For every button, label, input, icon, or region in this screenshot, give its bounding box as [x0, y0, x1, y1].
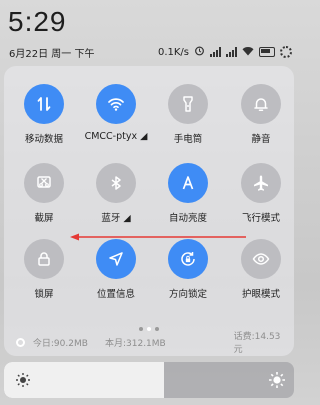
mobile-data-icon[interactable] — [24, 84, 64, 124]
tile-wifi[interactable]: CMCC-ptyx ◢ — [81, 84, 151, 154]
tile-label: 自动亮度 — [168, 213, 207, 224]
brightness-high-icon — [269, 372, 285, 388]
bell-icon[interactable] — [241, 84, 281, 124]
month-usage: 本月:312.1MB — [104, 338, 166, 349]
battery-icon — [259, 47, 275, 57]
tile-label: 蓝牙 ◢ — [101, 213, 131, 224]
data-usage-icon — [16, 337, 25, 347]
gear-icon[interactable] — [280, 46, 292, 58]
tile-screenshot[interactable]: 截屏 — [9, 163, 79, 233]
eye-icon[interactable] — [241, 239, 281, 279]
location-icon[interactable] — [96, 239, 136, 279]
page-dot-active — [147, 327, 151, 331]
auto-brightness-icon[interactable] — [168, 163, 208, 203]
tile-label: 静音 — [251, 134, 271, 145]
tile-label: 手电筒 — [173, 134, 203, 145]
tile-label: 方向锁定 — [168, 289, 207, 300]
flashlight-icon[interactable] — [168, 84, 208, 124]
tile-location[interactable]: 位置信息 — [81, 239, 151, 309]
lock-icon[interactable] — [24, 239, 64, 279]
page-dot — [155, 327, 159, 331]
rotation-lock-icon[interactable] — [168, 239, 208, 279]
tile-bell[interactable]: 静音 — [226, 84, 296, 154]
signal-icon — [210, 47, 221, 57]
tile-eye[interactable]: 护眼模式 — [226, 239, 296, 309]
tile-label: 飞行模式 — [241, 213, 280, 224]
phone-bill: 话费:14.53元 — [233, 332, 281, 355]
signal-icon — [226, 47, 237, 57]
alarm-icon — [194, 45, 205, 59]
bluetooth-icon[interactable] — [96, 163, 136, 203]
tile-label: 移动数据 — [24, 134, 63, 145]
tile-rotation-lock[interactable]: 方向锁定 — [153, 239, 223, 309]
tile-label: 护眼模式 — [241, 289, 280, 300]
net-speed: 0.1K/s — [157, 46, 189, 58]
swipe-arrow-annotation — [70, 233, 246, 241]
airplane-icon[interactable] — [241, 163, 281, 203]
tile-auto-brightness[interactable]: 自动亮度 — [153, 163, 223, 233]
status-bar: 5:29 6月22日 周一 下午 0.1K/s — [0, 0, 298, 70]
screenshot-icon[interactable] — [24, 163, 64, 203]
clock: 5:29 — [8, 6, 67, 37]
brightness-low-icon — [16, 373, 30, 387]
wifi-icon[interactable] — [96, 84, 136, 124]
tile-label: 锁屏 — [34, 289, 54, 300]
tile-flashlight[interactable]: 手电筒 — [153, 84, 223, 154]
status-icons: 0.1K/s — [158, 45, 292, 59]
tile-label: CMCC-ptyx ◢ — [84, 131, 148, 142]
tile-bluetooth[interactable]: 蓝牙 ◢ — [81, 163, 151, 233]
tile-label: 位置信息 — [96, 289, 135, 300]
today-usage: 今日:90.2MB — [32, 338, 88, 349]
wifi-status-icon — [242, 46, 254, 59]
tile-lock[interactable]: 锁屏 — [9, 239, 79, 309]
date-label: 6月22日 周一 下午 — [9, 49, 95, 60]
tile-label: 截屏 — [34, 213, 54, 224]
tile-mobile-data[interactable]: 移动数据 — [9, 84, 79, 154]
page-dot — [139, 327, 143, 331]
tile-airplane[interactable]: 飞行模式 — [226, 163, 296, 233]
data-usage-row: 今日:90.2MB 本月:312.1MB 话费:14.53元 — [16, 332, 288, 355]
brightness-slider[interactable] — [4, 362, 294, 398]
